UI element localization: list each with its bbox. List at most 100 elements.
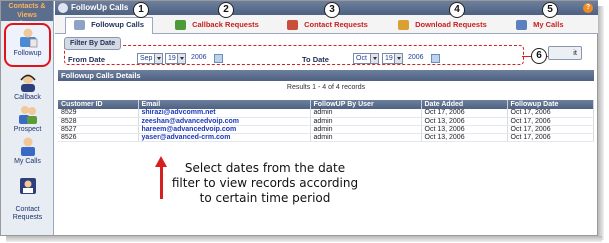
followup-icon [19,28,37,48]
email-link[interactable]: hareem@advancedvoip.com [138,125,311,134]
followup-date-cell: Oct 17, 2006 [507,109,594,118]
followup-by-user-cell: admin [310,125,422,134]
to-day-select[interactable]: 19 [382,53,403,64]
filter-by-date-button[interactable]: Filter By Date [64,37,122,50]
calendar-icon[interactable] [214,54,223,63]
customer-id-cell: 8526 [58,133,139,142]
email-link[interactable]: shirazi@advcomm.net [138,109,311,118]
sidebar-item-label: Followup [13,50,42,57]
customer-id-cell: 8527 [58,125,139,134]
sidebar-item-label: Callback [14,94,41,101]
callback-requests-tab-icon [175,20,186,31]
date-added-cell: Oct 13, 2006 [421,133,508,142]
followup-date-cell: Oct 17, 2006 [507,117,594,126]
window-shadow-bottom [6,236,602,242]
followup-calls-icon [58,3,68,13]
date-added-cell: Oct 13, 2006 [421,125,508,134]
sidebar-item-my-calls[interactable]: My Calls [4,135,51,165]
annotation-text: Select dates from the date filter to vie… [171,161,359,205]
from-day-value: 19 [168,55,176,62]
from-date-label: From Date [68,55,106,64]
download-icon [398,20,409,31]
tab-label: Followup Calls [91,20,145,29]
tab-my-calls[interactable]: My Calls [516,18,564,32]
sidebar: Contacts & Views Followups Followup Call… [1,1,54,235]
date-added-cell: Oct 17, 2006 [421,109,508,118]
customer-id-cell: 8528 [58,117,139,126]
callout-badge-3: 3 [324,2,340,18]
to-date-label: To Date [302,55,329,64]
from-year-value: 2006 [191,54,207,61]
my-calls-icon [20,137,35,156]
column-header-customer-id[interactable]: Customer ID [58,100,139,109]
help-icon[interactable]: ? [583,3,593,13]
chevron-down-icon [177,54,185,63]
tab-label: My Calls [533,20,564,29]
column-header-email[interactable]: Email [138,100,311,109]
date-filter-highlight [64,45,524,65]
from-day-select[interactable]: 19 [165,53,186,64]
followup-by-user-cell: admin [310,117,422,126]
my-calls-tab-icon [516,20,527,31]
table-header-row: Customer ID Email FollowUP By User Date … [58,100,594,109]
tab-callback-requests[interactable]: Callback Requests [175,18,259,32]
callout-badge-2: 2 [218,2,234,18]
email-link[interactable]: zeeshan@advancedvoip.com [138,117,311,126]
customer-id-cell: 8529 [58,109,139,118]
date-added-cell: Oct 13, 2006 [421,117,508,126]
email-link[interactable]: yaser@advanced-crm.com [138,133,311,142]
to-year-value: 2006 [408,54,424,61]
table-row: 8528 zeeshan@advancedvoip.com admin Oct … [58,117,594,126]
sidebar-item-contact-requests[interactable]: Contact Requests [4,167,51,222]
prospect-icon [18,106,37,124]
column-header-date-added[interactable]: Date Added [421,100,508,109]
chevron-down-icon [370,54,378,63]
callout-badge-6: 6 [531,48,547,64]
tab-followup-calls[interactable]: Followup Calls [65,17,154,34]
followup-date-cell: Oct 17, 2006 [507,125,594,134]
tab-download-requests[interactable]: Download Requests [398,18,487,32]
sidebar-item-callback[interactable]: Callback [4,71,51,101]
tab-contact-requests[interactable]: Contact Requests [287,18,368,32]
section-header: Followup Calls Details [58,70,594,81]
table-row: 8529 shirazi@advcomm.net admin Oct 17, 2… [58,109,594,118]
tab-label: Callback Requests [192,20,259,29]
followup-calls-tab-icon [74,20,85,31]
to-day-value: 19 [385,55,393,62]
tab-bar: Followup Calls Callback Requests Contact… [55,15,598,34]
calendar-icon[interactable] [431,54,440,63]
to-month-select[interactable]: Oct [353,53,379,64]
sidebar-item-prospect[interactable]: Prospect [4,103,51,133]
window-title: FollowUp Calls [71,3,129,12]
callout-badge-5: 5 [542,2,558,18]
callback-icon [19,74,36,92]
callout-badge-1: 1 [133,2,149,18]
to-month-value: Oct [356,55,367,62]
from-year-field[interactable]: 2006 [189,53,211,64]
callout-badge-4: 4 [449,2,465,18]
column-header-followup-by-user[interactable]: FollowUP By User [310,100,422,109]
table-row: 8526 yaser@advanced-crm.com admin Oct 13… [58,133,594,142]
sidebar-item-label: Contact Requests [12,206,43,221]
sidebar-header: Contacts & Views Followups [1,1,53,28]
followup-by-user-cell: admin [310,133,422,142]
from-month-value: Sep [140,55,153,62]
followup-date-cell: Oct 17, 2006 [507,133,594,142]
sidebar-item-followup[interactable]: Followup [4,23,51,67]
sidebar-item-label: My Calls [14,158,41,165]
sidebar-item-label: Prospect [13,126,42,133]
table-row: 8527 hareem@advancedvoip.com admin Oct 1… [58,125,594,134]
from-month-select[interactable]: Sep [137,53,163,64]
results-count: Results 1 - 4 of 4 records [286,84,366,91]
tab-label: Download Requests [415,20,487,29]
to-year-field[interactable]: 2006 [406,53,428,64]
sidebar-header-title: Contacts & Views [8,3,46,19]
window-shadow-right [598,6,604,240]
chevron-down-icon [154,54,162,63]
submit-button[interactable]: it [548,46,582,60]
followup-by-user-cell: admin [310,109,422,118]
chevron-down-icon [394,54,402,63]
tab-label: Contact Requests [304,20,368,29]
annotation-arrow [160,165,163,199]
column-header-followup-date[interactable]: Followup Date [507,100,594,109]
